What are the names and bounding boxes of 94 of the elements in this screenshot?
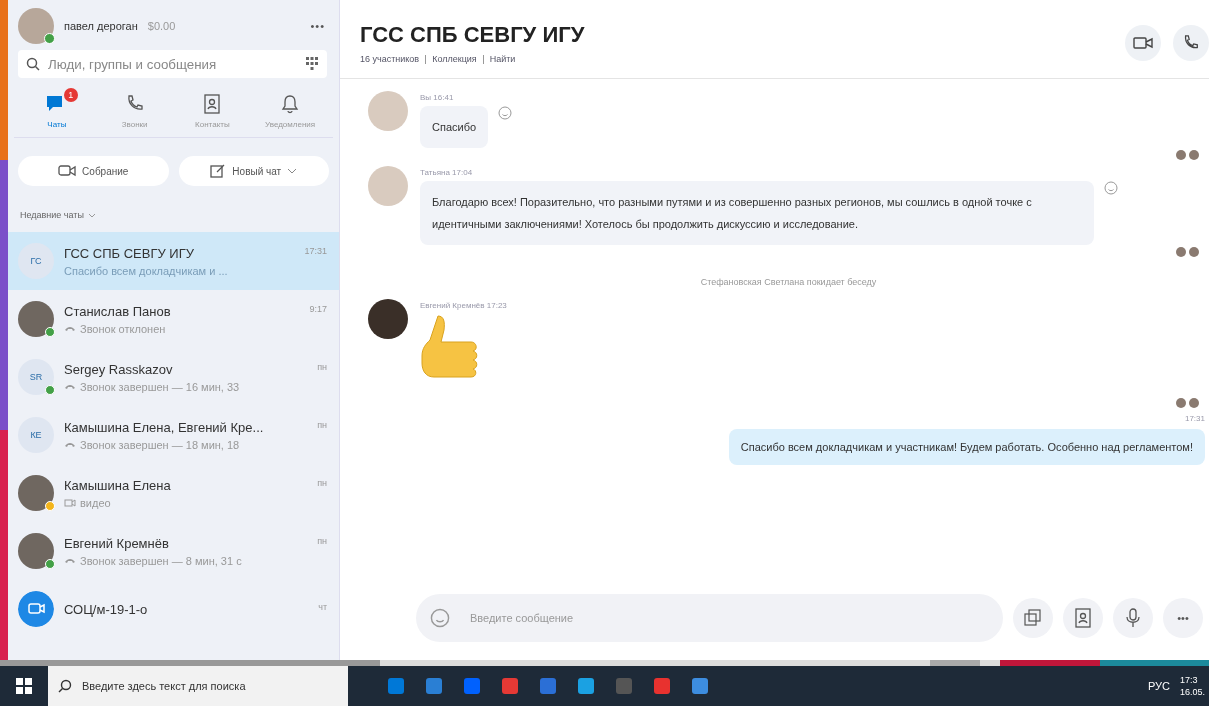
more-options-button[interactable]: •••: [1163, 598, 1203, 638]
video-camera-icon: [1133, 36, 1153, 50]
message-composer[interactable]: Введите сообщение: [416, 594, 1003, 642]
contact-card-icon: [203, 94, 222, 114]
more-options-button[interactable]: •••: [310, 20, 325, 32]
avatar-photo-placeholder: [368, 166, 408, 206]
windows-start-icon[interactable]: [16, 678, 32, 694]
chat-time: чт: [318, 601, 327, 614]
compose-icon: [210, 163, 227, 179]
chat-preview: видео: [80, 496, 111, 509]
chat-preview: Спасибо всем докладчикам и ...: [64, 264, 228, 277]
app-icon[interactable]: [540, 678, 556, 694]
language-indicator[interactable]: РУС: [1147, 680, 1170, 692]
sender-time: Евгений Кремнёв 17:23: [420, 301, 507, 310]
avatar-initials: SR: [18, 359, 54, 395]
message-bubble: Спасибо: [420, 106, 489, 148]
emoji-reaction-icon[interactable]: [430, 608, 450, 628]
emoji-reaction-icon[interactable]: [1104, 181, 1118, 195]
sender-time: Вы 16:41: [420, 93, 455, 102]
chat-name: Sergey Rasskazov: [64, 361, 173, 377]
header-link[interactable]: Коллекция: [432, 54, 477, 64]
chat-preview: Звонок завершен — 16 мин, 33: [80, 380, 240, 393]
chat-time: пн: [317, 361, 327, 374]
avatar-photo-placeholder: [368, 299, 408, 339]
chat-time: 9:17: [309, 303, 327, 316]
chat-time: пн: [317, 419, 327, 432]
chat-name: ГСС СПБ СЕВГУ ИГУ: [64, 245, 194, 261]
chat-list-item[interactable]: Камышина Елена пн видео: [8, 464, 339, 522]
chat-name: Камышина Елена: [64, 477, 171, 493]
chevron-down-icon: [87, 212, 96, 218]
avatar-photo-placeholder: [18, 533, 54, 569]
taskbar-search-field[interactable]: Введите здесь текст для поиска: [80, 679, 348, 693]
chat-preview: Звонок отклонен: [80, 322, 166, 335]
recent-chats-label[interactable]: Недавние чаты: [20, 210, 84, 220]
chat-time: пн: [317, 535, 327, 548]
contact-card-button[interactable]: [1063, 598, 1103, 638]
chat-list-item[interactable]: Станислав Панов 9:17 Звонок отклонен: [8, 290, 339, 348]
system-message: Стефановская Светлана покидает беседу: [699, 277, 878, 287]
nav-tab[interactable]: 1 Чаты: [18, 86, 95, 129]
chat-preview: Звонок завершен — 18 мин, 18: [80, 438, 240, 451]
credit-balance: $0.00: [147, 20, 176, 32]
bell-icon: [281, 94, 300, 114]
app-icon[interactable]: [578, 678, 594, 694]
message-bubble: Благодарю всех! Поразительно, что разными путями и из совершенно разных регионов, мы сошлись в одной точке с идентичными заключениями! Хотелось бы продолжить дискуссию и исследование.: [420, 181, 1094, 245]
chat-list-item[interactable]: ГС ГСС СПБ СЕВГУ ИГУ 17:31 Спасибо всем докладчикам и ...: [8, 232, 339, 290]
search-field[interactable]: Люди, группы и сообщения: [46, 55, 299, 73]
search-bar[interactable]: Люди, группы и сообщения: [18, 50, 327, 78]
chat-name: Станислав Панов: [64, 303, 171, 319]
chat-time: пн: [317, 477, 327, 490]
message-time: 17:31: [1184, 414, 1205, 423]
video-call-button[interactable]: [1125, 25, 1161, 61]
chat-name: Камышина Елена, Евгений Кре...: [64, 419, 264, 435]
chat-list-item[interactable]: Евгений Кремнёв пн Звонок завершен — 8 мин, 31 с: [8, 522, 339, 580]
new-chat-button[interactable]: Новый чат: [178, 156, 329, 186]
message-input-field[interactable]: Введите сообщение: [468, 611, 989, 625]
avatar-initials: ГС: [18, 243, 54, 279]
taskbar-clock[interactable]: 17:3 16.05.: [1179, 674, 1205, 698]
sender-time: Татьяна 17:04: [420, 168, 474, 177]
avatar-photo-placeholder: [18, 475, 54, 511]
dialpad-icon[interactable]: [305, 56, 319, 72]
chat-name: Евгений Кремнёв: [64, 535, 169, 551]
taskbar-search-bar[interactable]: Введите здесь текст для поиска: [48, 666, 348, 706]
microphone-icon: [1126, 608, 1140, 628]
app-icon[interactable]: [426, 678, 442, 694]
emoji-reaction-icon[interactable]: [498, 106, 513, 120]
video-camera-icon: [64, 497, 76, 508]
contact-card-icon: [1074, 608, 1092, 628]
meeting-button[interactable]: Собрание: [18, 156, 169, 186]
media-gallery-button[interactable]: [1013, 598, 1053, 638]
profile-photo-placeholder[interactable]: [18, 8, 54, 44]
profile-name: павел дероган: [64, 20, 138, 32]
avatar-initials: КЕ: [18, 417, 54, 453]
app-icon[interactable]: [616, 678, 632, 694]
chevron-down-icon: [287, 168, 298, 174]
avatar-photo-placeholder: [368, 91, 408, 131]
chat-preview: Звонок завершен — 8 мин, 31 с: [80, 554, 242, 567]
microphone-button[interactable]: [1113, 598, 1153, 638]
avatar-photo-placeholder: [18, 301, 54, 337]
search-icon: [58, 679, 72, 693]
images-icon: [1024, 609, 1042, 627]
search-icon: [26, 57, 40, 71]
chat-time: 17:31: [304, 245, 327, 258]
video-camera-icon: [58, 164, 77, 178]
chat-list-item[interactable]: СОЦ/м-19-1-о чт: [8, 580, 339, 638]
chat-name: СОЦ/м-19-1-о: [64, 601, 148, 617]
group-avatar-icon: [18, 591, 54, 627]
app-icon[interactable]: [692, 678, 708, 694]
chat-list-item[interactable]: SR Sergey Rasskazov пн Звонок завершен — 16 мин, 33: [8, 348, 339, 406]
unread-badge: 1: [63, 88, 78, 102]
audio-call-button[interactable]: [1173, 25, 1209, 61]
conversation-title: ГСС СПБ СЕВГУ ИГУ: [360, 22, 585, 48]
header-link[interactable]: Найти: [489, 54, 516, 64]
chat-list-item[interactable]: КЕ Камышина Елена, Евгений Кре... пн Звонок завершен — 18 мин, 18: [8, 406, 339, 464]
message-bubble: Спасибо всем докладчикам и участникам! Будем работать. Особенно над регламентом!: [728, 429, 1205, 465]
